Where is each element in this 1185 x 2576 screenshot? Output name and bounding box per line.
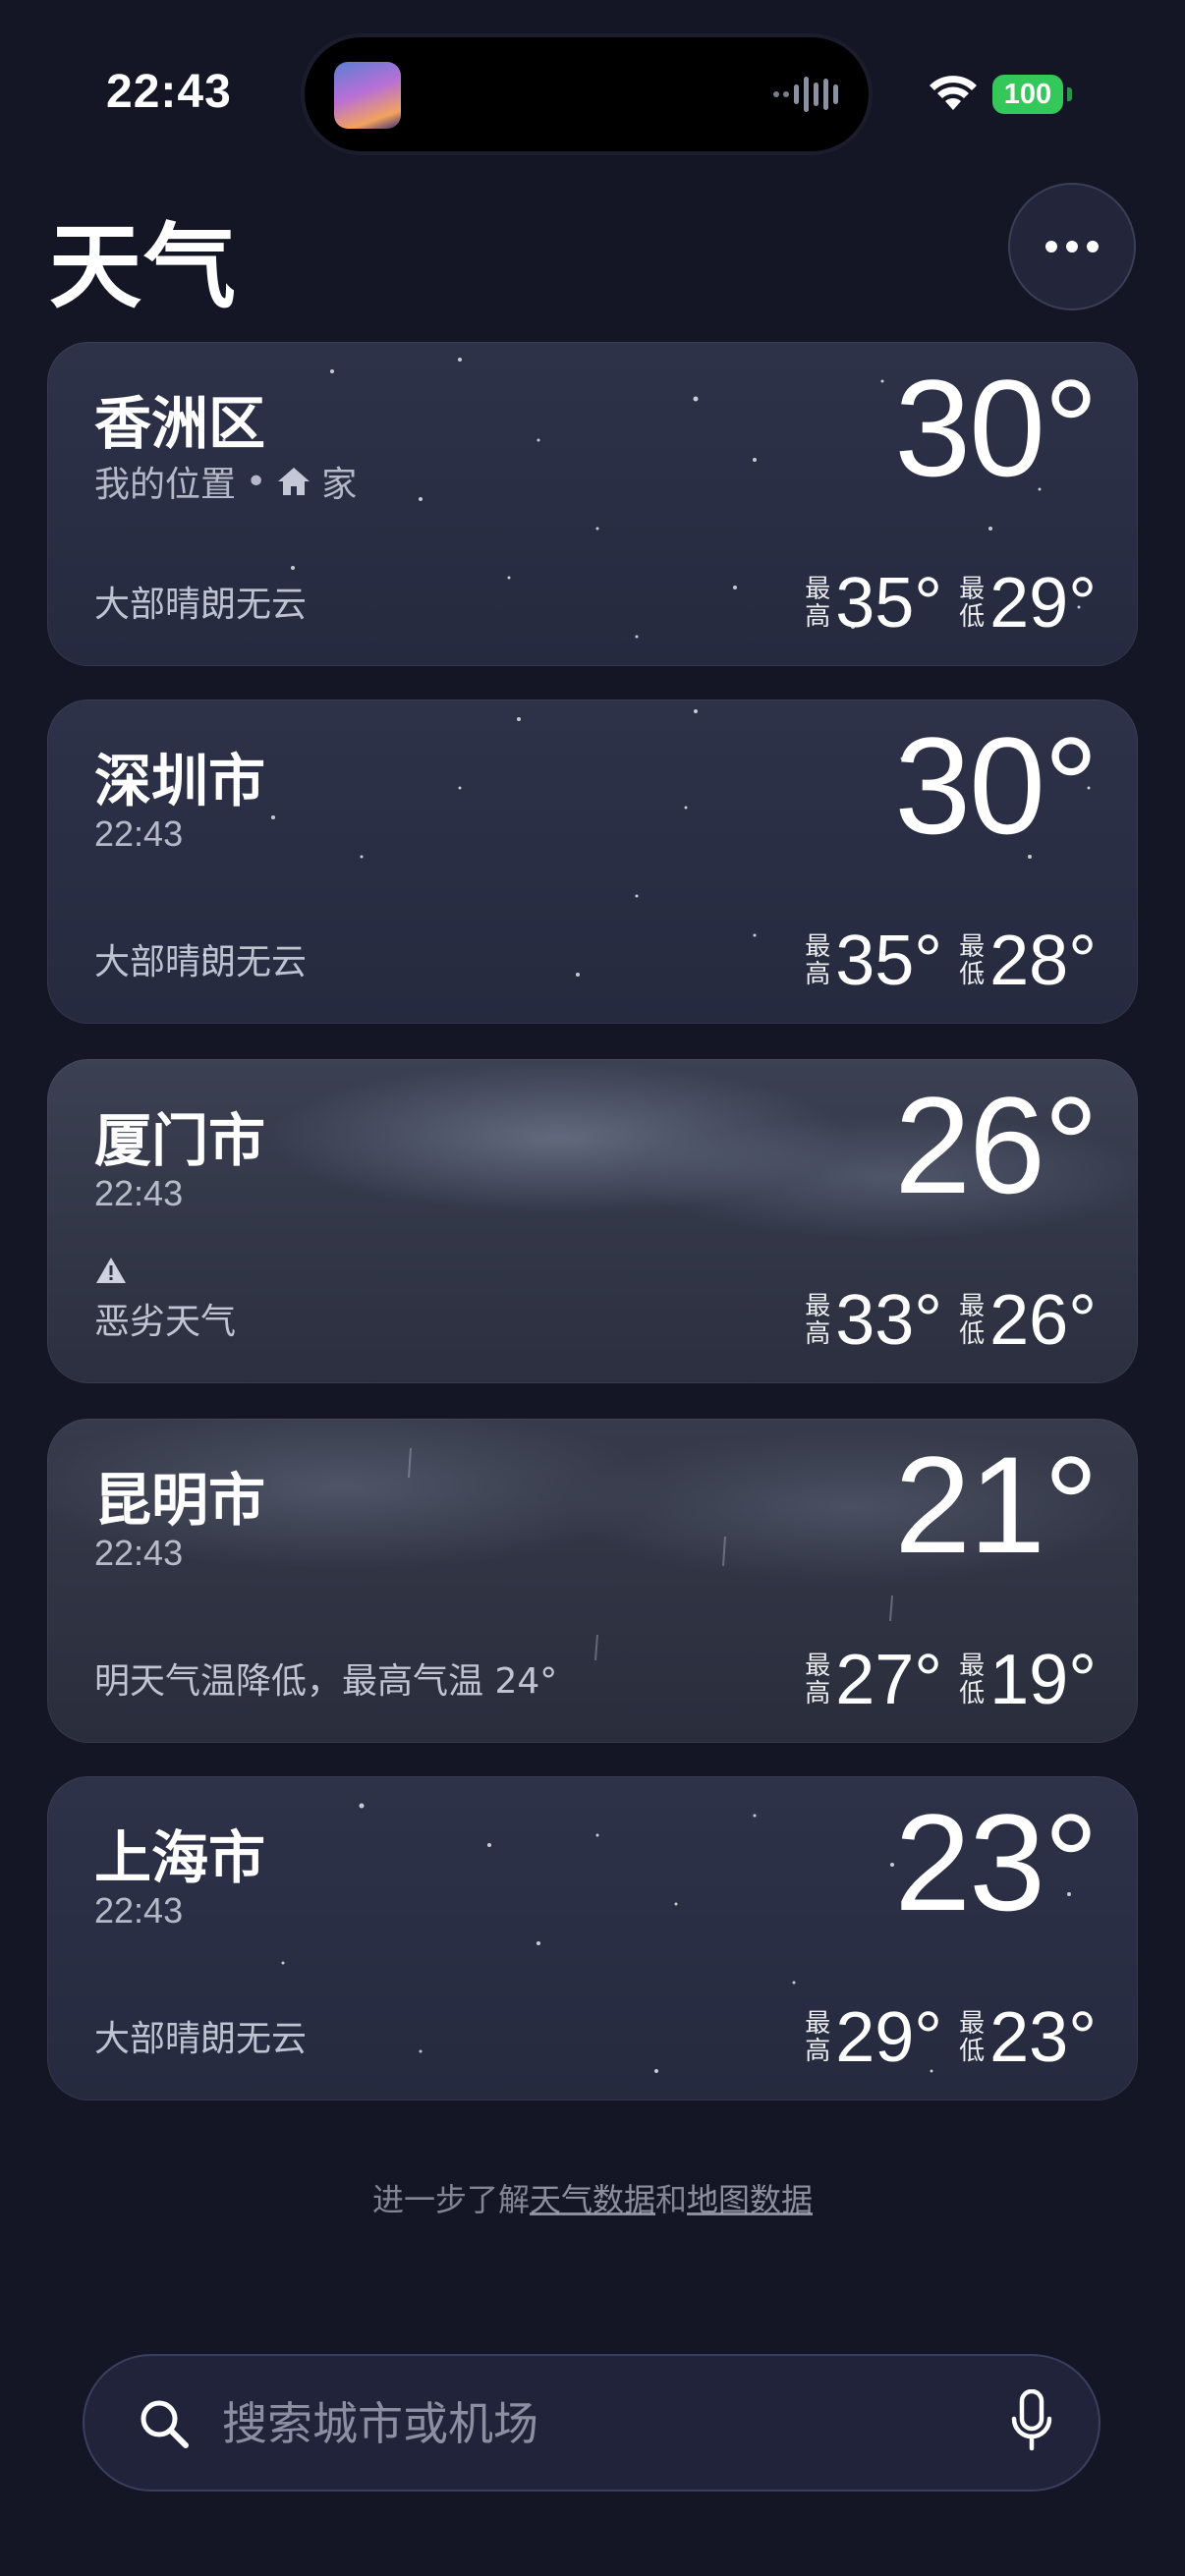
microphone-icon[interactable] (1010, 2389, 1053, 2456)
magnifier-icon (141, 2400, 189, 2448)
now-playing-artwork[interactable] (334, 62, 401, 129)
high-label: 最高 (805, 1292, 831, 1349)
map-data-link[interactable]: 地图数据 (687, 2181, 813, 2218)
local-time: 22:43 (94, 1890, 184, 1931)
condition-text: 大部晴朗无云 (94, 585, 308, 625)
high-low: 最高 35° 最低 29° (804, 564, 1097, 643)
low-label: 最低 (959, 1652, 986, 1708)
condition-text: 恶劣天气 (94, 1302, 237, 1342)
low-label: 最低 (959, 1292, 986, 1349)
condition-text: 大部晴朗无云 (94, 942, 308, 982)
city-card-kunming[interactable]: 昆明市 22:43 明天气温降低，最高气温 24° 21° 最高 27° 最低 … (47, 1419, 1138, 1743)
high-low: 最高 35° 最低 28° (804, 922, 1097, 1000)
battery-indicator: 100 (992, 75, 1063, 114)
high-low: 最高 27° 最低 19° (804, 1641, 1097, 1719)
warning-icon (96, 1258, 126, 1283)
current-temperature: 30° (894, 351, 1099, 505)
high-temperature: 29° (835, 1998, 943, 2077)
low-temperature: 26° (989, 1281, 1097, 1360)
city-card-xiamen[interactable]: 厦门市 22:43 恶劣天气 26° 最高 33° 最低 26° (47, 1059, 1138, 1383)
low-temperature: 23° (989, 1998, 1097, 2077)
wifi-icon (930, 76, 977, 110)
page-title: 天气 (49, 214, 239, 321)
current-temperature: 30° (894, 708, 1099, 863)
city-name: 上海市 (94, 1824, 266, 1891)
high-label: 最高 (805, 932, 831, 989)
city-name: 厦门市 (94, 1107, 266, 1174)
low-label: 最低 (959, 932, 986, 989)
status-time: 22:43 (106, 66, 232, 118)
local-time: 22:43 (94, 813, 184, 854)
current-temperature: 23° (894, 1785, 1099, 1939)
search-input[interactable] (220, 2389, 971, 2458)
home-icon (278, 468, 310, 495)
data-attribution: 进一步了解天气数据和地图数据 (0, 2175, 1185, 2220)
weather-screen: 22:43 100 天气 香洲区 我的位置 • 家 大部晴朗无云 30° 最 高… (0, 0, 1185, 2576)
high-temperature: 35° (835, 564, 943, 643)
local-time: 22:43 (94, 1533, 184, 1573)
location-subtitle: 我的位置 • 家 (94, 456, 357, 507)
high-low: 最高 33° 最低 26° (804, 1281, 1097, 1360)
low-label: 最低 (959, 575, 986, 632)
my-location-label: 我的位置 (94, 465, 237, 505)
home-label: 家 (321, 465, 358, 505)
high-temperature: 27° (835, 1641, 943, 1719)
city-name: 香洲区 (94, 390, 266, 457)
high-label: 最高 (805, 1652, 831, 1708)
dynamic-island[interactable] (305, 37, 869, 151)
city-name: 深圳市 (94, 748, 266, 814)
city-name: 昆明市 (94, 1467, 266, 1534)
current-temperature: 26° (894, 1068, 1099, 1222)
low-label: 最低 (959, 2009, 986, 2066)
attribution-prefix: 进一步了解 (371, 2181, 530, 2218)
high-temperature: 33° (835, 1281, 943, 1360)
attribution-and: 和 (655, 2181, 688, 2218)
city-card-xiangzhou[interactable]: 香洲区 我的位置 • 家 大部晴朗无云 30° 最高 35° 最低 29° (47, 342, 1138, 666)
low-temperature: 29° (989, 564, 1097, 643)
battery-cap (1067, 87, 1072, 101)
forecast-note: 明天气温降低，最高气温 24° (94, 1661, 558, 1702)
more-button[interactable] (1008, 183, 1136, 310)
high-temperature: 35° (835, 922, 943, 1000)
city-card-shenzhen[interactable]: 深圳市 22:43 大部晴朗无云 30° 最高 35° 最低 28° (47, 700, 1138, 1024)
high-label: 最高 (805, 575, 831, 632)
search-bar[interactable] (83, 2354, 1100, 2492)
condition-text: 大部晴朗无云 (94, 2019, 308, 2059)
ellipsis-icon (1045, 241, 1099, 252)
weather-data-link[interactable]: 天气数据 (530, 2181, 655, 2218)
current-temperature: 21° (894, 1428, 1099, 1582)
separator-dot: • (246, 461, 267, 502)
high-low: 最高 29° 最低 23° (804, 1998, 1097, 2077)
city-card-shanghai[interactable]: 上海市 22:43 大部晴朗无云 23° 最高 29° 最低 23° (47, 1776, 1138, 2100)
high-label: 最高 (805, 2009, 831, 2066)
local-time: 22:43 (94, 1173, 184, 1213)
low-temperature: 28° (989, 922, 1097, 1000)
audio-wave-icon (773, 77, 838, 112)
low-temperature: 19° (989, 1641, 1097, 1719)
